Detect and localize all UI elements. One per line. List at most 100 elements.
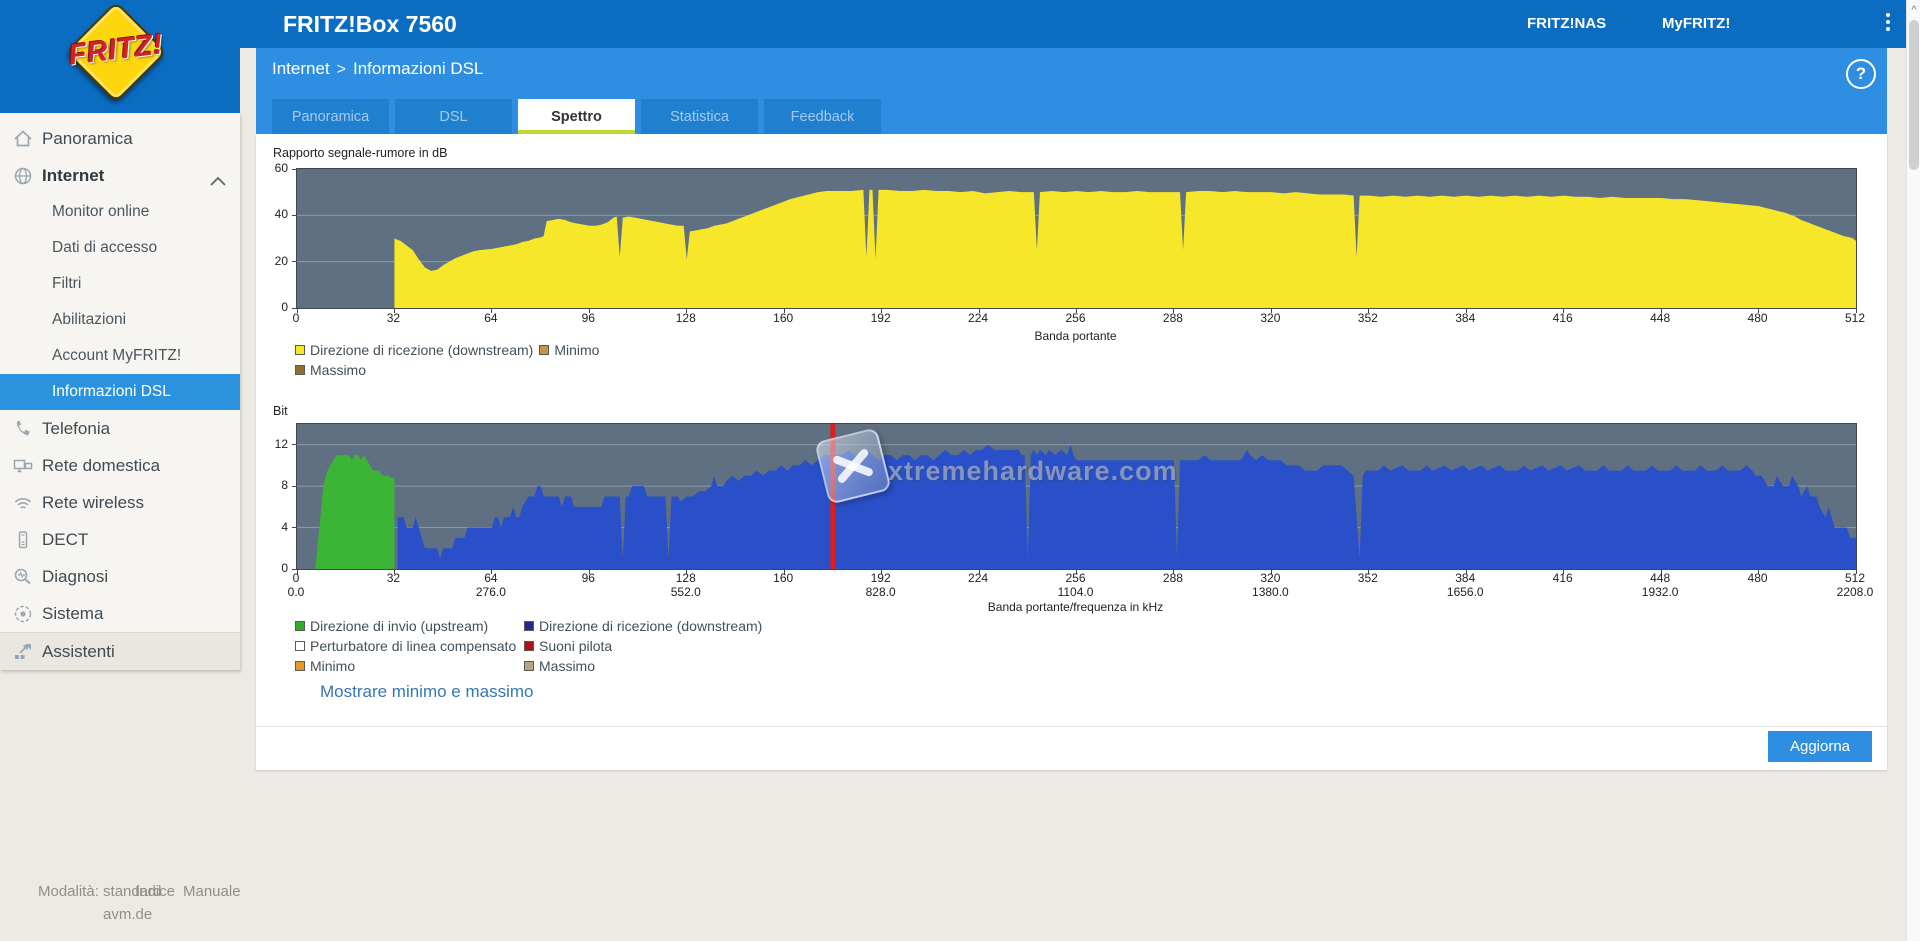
sidebar-item-rete-domestica[interactable]: Rete domestica [0,447,240,484]
y-tick-label: 0 [281,300,288,314]
tab-statistica[interactable]: Statistica [641,99,758,134]
legend-item-direzione-di-ricezione-downstream: Direzione di ricezione (downstream) [524,618,762,634]
x-tick-label: 160 [773,311,794,325]
bit-x-axis-carriers: 0 32 64 96 128 160 192 224 256 288 320 352 384 416 448… [293,571,1865,585]
diagnosis-icon [12,566,34,588]
sidebar-item-internet[interactable]: Internet [0,157,240,194]
tab-bar: Panoramica DSL Spettro Statistica Feedback [272,99,881,134]
refresh-button[interactable]: Aggiorna [1768,731,1872,762]
breadcrumb-separator-icon: > [336,61,346,78]
x-tick-label: 64 [484,571,498,585]
sidebar-item-monitor-online[interactable]: Monitor online [0,194,240,230]
sidebar-item-informazioni-dsl[interactable]: Informazioni DSL [0,374,240,410]
legend-swatch-icon [524,661,534,671]
sidebar-item-diagnosi[interactable]: Diagnosi [0,558,240,595]
snr-legend: Direzione di ricezione (downstream) Minim… [295,342,640,378]
sidebar-item-label: Filtri [52,275,82,292]
page-band: Internet > Informazioni DSL ? Panoramica DS… [256,48,1887,134]
legend-item-massimo: Massimo [295,362,366,378]
kebab-menu-icon[interactable] [1881,13,1895,37]
content-card: Rapporto segnale-rumore in dB 0 20 40 60 03… [256,134,1887,770]
tab-feedback[interactable]: Feedback [764,99,881,134]
scrollbar-thumb[interactable] [1909,20,1919,170]
legend-item-suoni-pilota: Suoni pilota [524,638,762,654]
tab-dsl[interactable]: DSL [395,99,512,134]
sidebar-item-account-myfritz[interactable]: Account MyFRITZ! [0,338,240,374]
legend-item-direzione-di-invio-upstream: Direzione di invio (upstream) [295,618,524,634]
app-title: FRITZ!Box 7560 [283,11,457,37]
sidebar-item-assistenti[interactable]: Assistenti [0,632,240,670]
scrollbar-track[interactable]: ^ [1906,0,1920,941]
logo-block[interactable]: FRITZ! [0,0,240,113]
sidebar-item-label: Dati di accesso [52,239,158,256]
legend-item-minimo: Minimo [295,658,524,674]
x-tick-label: 32 [386,571,401,585]
x-tick-label: 384 [1455,571,1476,585]
scrollbar-up-icon[interactable]: ^ [1907,3,1920,17]
breadcrumb: Internet > Informazioni DSL [272,59,483,79]
sidebar-item-label: Panoramica [42,128,133,148]
tab-panoramica[interactable]: Panoramica [272,99,389,134]
sidebar-item-panoramica[interactable]: Panoramica [0,120,240,157]
home-icon [12,128,34,150]
y-tick-label: 20 [274,253,288,268]
footer-link-avm[interactable]: avm.de [103,906,152,923]
bit-legend: Direzione di invio (upstream) Direzione d… [295,618,762,674]
fritz-logo-text: FRITZ! [66,28,165,72]
legend-label: Minimo [554,342,600,358]
x-tick-label: 320 [1260,571,1281,585]
sidebar-item-label: Telefonia [42,418,111,438]
breadcrumb-section[interactable]: Internet [272,59,330,78]
x-tick-frequency-label: 1104.0 [1057,585,1094,599]
legend-item-minimo: Minimo [539,342,599,358]
legend-label: Massimo [539,658,596,674]
snr-chart-title: Rapporto segnale-rumore in dB [273,146,448,160]
sidebar-item-abilitazioni[interactable]: Abilitazioni [0,302,240,338]
phone-icon [12,418,34,440]
x-tick-frequency-label: 1656.0 [1446,585,1484,599]
legend-swatch-icon [295,365,305,375]
legend-label: Direzione di ricezione (downstream) [310,342,534,358]
x-tick-frequency-label: 552.0 [670,585,701,599]
sidebar-item-label: Diagnosi [42,566,109,586]
x-tick-label: 352 [1357,571,1378,585]
footer-link-manuale[interactable]: Manuale [183,883,241,900]
x-tick-frequency-label: 0.0 [287,585,305,599]
x-tick-label: 448 [1650,571,1671,585]
x-tick-label: 64 [484,311,498,325]
nav-link-fritznas[interactable]: FRITZ!NAS [1527,15,1606,32]
network-icon [12,455,34,477]
sidebar-item-label: Internet [42,165,105,185]
sidebar-item-sistema[interactable]: Sistema [0,595,240,632]
x-tick-label: 224 [968,571,989,585]
sidebar-item-label: DECT [42,529,89,549]
sidebar-item-label: Sistema [42,603,104,623]
legend-swatch-icon [539,345,550,355]
show-min-max-link[interactable]: Mostrare minimo e massimo [320,682,534,702]
tab-spettro[interactable]: Spettro [518,99,635,134]
footer-link-indice[interactable]: Indice [135,883,175,900]
legend-item-massimo: Massimo [524,658,762,674]
nav-link-myfritz[interactable]: MyFRITZ! [1662,15,1730,32]
x-tick-label: 128 [675,571,696,585]
sidebar-item-dati-di-accesso[interactable]: Dati di accesso [0,230,240,266]
bit-x-axis-label: Banda portante/frequenza in kHz [987,600,1164,614]
legend-label: Massimo [310,362,367,378]
y-tick-label: 60 [274,161,288,175]
help-icon[interactable]: ? [1846,59,1876,89]
sidebar-item-dect[interactable]: DECT [0,521,240,558]
x-tick-label: 320 [1260,311,1281,325]
x-tick-label: 512 [1844,571,1866,585]
x-tick-label: 416 [1552,571,1573,585]
wifi-icon [12,492,34,514]
legend-swatch-icon [295,641,305,651]
sidebar-nav: Panoramica Internet Monitor online Dati di … [0,113,240,670]
sidebar-item-rete-wireless[interactable]: Rete wireless [0,484,240,521]
legend-swatch-icon [295,621,305,631]
breadcrumb-page: Informazioni DSL [353,59,484,78]
bit-chart-title: Bit [273,404,288,418]
sidebar-item-filtri[interactable]: Filtri [0,266,240,302]
sidebar-item-telefonia[interactable]: Telefonia [0,410,240,447]
sidebar-item-label: Assistenti [42,641,115,661]
legend-swatch-icon [524,641,534,651]
